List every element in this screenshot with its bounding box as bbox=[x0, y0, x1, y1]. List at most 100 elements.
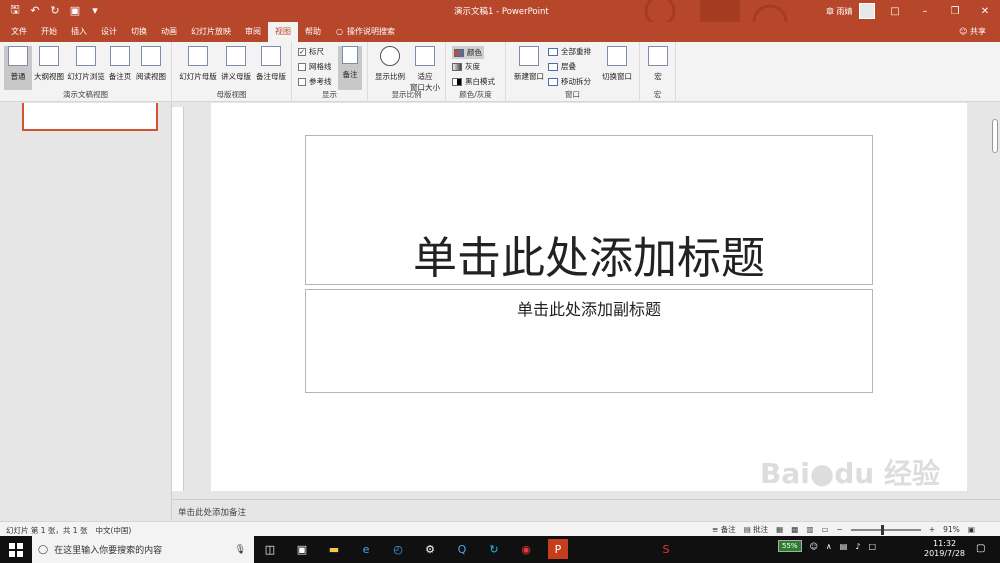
store-icon[interactable]: ▣ bbox=[292, 539, 312, 559]
subtitle-placeholder[interactable]: 单击此处添加副标题 bbox=[305, 289, 873, 393]
scrollbar-thumb[interactable] bbox=[992, 119, 998, 153]
tab-transitions[interactable]: 切换 bbox=[124, 22, 154, 42]
reading-view-status-icon[interactable]: ▥ bbox=[806, 525, 813, 534]
baidu-watermark-logo: Bai●du 经验 bbox=[760, 457, 940, 490]
notes-status-button[interactable]: ≡ 备注 bbox=[712, 524, 736, 535]
close-icon[interactable]: ✕ bbox=[970, 0, 1000, 22]
reading-view-button[interactable]: 阅读视图 bbox=[134, 46, 168, 82]
move-split-icon bbox=[548, 77, 558, 86]
windows-start-icon[interactable] bbox=[0, 536, 32, 563]
person-tray-icon[interactable]: ☺ bbox=[810, 542, 818, 551]
tab-view[interactable]: 视图 bbox=[268, 22, 298, 42]
checkbox-icon bbox=[298, 77, 306, 86]
ruler-checkbox[interactable]: ✓ 标尺 bbox=[298, 46, 324, 57]
save-icon[interactable]: 🖫 bbox=[8, 3, 22, 17]
ribbon-display-options-icon[interactable]: □ bbox=[880, 0, 910, 22]
vertical-scrollbar[interactable] bbox=[990, 103, 1000, 495]
switch-windows-button[interactable]: 切换窗口 bbox=[598, 46, 636, 82]
slideshow-status-icon[interactable]: ▭ bbox=[821, 525, 828, 534]
tab-insert[interactable]: 插入 bbox=[64, 22, 94, 42]
account-area[interactable]: 章 雨婧 bbox=[826, 3, 875, 19]
notes-pane[interactable]: 单击此处添加备注 bbox=[172, 499, 1000, 521]
tab-design[interactable]: 设计 bbox=[94, 22, 124, 42]
slide-thumbnail[interactable] bbox=[22, 103, 158, 131]
network-icon[interactable]: ▤ bbox=[840, 542, 848, 551]
clock-app-icon[interactable]: ◴ bbox=[388, 539, 408, 559]
taskbar-clock[interactable]: 11:32 2019/7/28 bbox=[924, 539, 965, 559]
black-white-option[interactable]: 黑白模式 bbox=[452, 76, 495, 87]
file-explorer-icon[interactable]: ▬ bbox=[324, 539, 344, 559]
lightbulb-icon: ○ bbox=[336, 27, 343, 36]
tell-me-label: 操作说明搜索 bbox=[346, 27, 395, 36]
share-button[interactable]: ☺ 共享 bbox=[959, 26, 986, 37]
fit-to-window-button[interactable]: 适应 窗口大小 bbox=[408, 46, 442, 93]
zoom-level[interactable]: 91% bbox=[943, 525, 960, 534]
sogou-input-icon[interactable]: S bbox=[656, 539, 676, 559]
fit-slide-icon[interactable]: ▣ bbox=[968, 525, 975, 534]
notes-icon bbox=[342, 46, 358, 64]
settings-gear-icon[interactable]: ⚙ bbox=[420, 539, 440, 559]
tab-home[interactable]: 开始 bbox=[34, 22, 64, 42]
move-split-button[interactable]: 移动拆分 bbox=[548, 76, 591, 87]
tray-expand-icon[interactable]: ∧ bbox=[826, 542, 832, 551]
customize-icon[interactable]: ▾ bbox=[88, 3, 102, 17]
title-placeholder[interactable]: 单击此处添加标题 bbox=[305, 135, 873, 285]
notes-master-button[interactable]: 备注母版 bbox=[254, 46, 288, 82]
cascade-button[interactable]: 层叠 bbox=[548, 61, 576, 72]
ime-icon[interactable]: □ bbox=[868, 542, 876, 551]
outline-view-button[interactable]: 大纲视图 bbox=[32, 46, 66, 82]
guides-checkbox[interactable]: 参考线 bbox=[298, 76, 332, 87]
task-view-icon[interactable]: ◫ bbox=[260, 539, 280, 559]
windows-taskbar: ◯ 在这里输入你要搜索的内容 🎙 ◫ ▣ ▬ e ◴ ⚙ Q ↻ ◉ P S 5… bbox=[0, 536, 1000, 563]
zoom-in-icon[interactable]: + bbox=[929, 525, 935, 534]
tell-me-search[interactable]: ○ 操作说明搜索 bbox=[336, 26, 395, 37]
battery-indicator[interactable]: 55% bbox=[778, 540, 802, 552]
notes-page-button[interactable]: 备注页 bbox=[106, 46, 134, 82]
color-option[interactable]: 颜色 bbox=[452, 46, 484, 59]
macros-button[interactable]: 宏 bbox=[646, 46, 670, 82]
tab-help[interactable]: 帮助 bbox=[298, 22, 328, 42]
browser-q-icon[interactable]: Q bbox=[452, 539, 472, 559]
zoom-slider[interactable] bbox=[850, 524, 921, 535]
handout-master-button[interactable]: 讲义母版 bbox=[218, 46, 254, 82]
group-macros: 宏 宏 bbox=[640, 42, 676, 102]
normal-view-button[interactable]: 普通 bbox=[4, 46, 32, 90]
tab-file[interactable]: 文件 bbox=[4, 22, 34, 42]
powerpoint-icon[interactable]: P bbox=[548, 539, 568, 559]
zoom-out-icon[interactable]: − bbox=[837, 525, 843, 534]
tab-animations[interactable]: 动画 bbox=[154, 22, 184, 42]
minimize-icon[interactable]: – bbox=[910, 0, 940, 22]
present-icon[interactable]: ▣ bbox=[68, 3, 82, 17]
redo-icon[interactable]: ↻ bbox=[48, 3, 62, 17]
subtitle-placeholder-text: 单击此处添加副标题 bbox=[516, 300, 661, 319]
avatar[interactable] bbox=[858, 3, 875, 19]
gridlines-checkbox[interactable]: 网格线 bbox=[298, 61, 332, 72]
internet-explorer-icon[interactable]: e bbox=[356, 539, 376, 559]
normal-view-status-icon[interactable]: ▦ bbox=[776, 525, 783, 534]
notes-toggle-button[interactable]: 备注 bbox=[338, 46, 362, 90]
tab-slideshow[interactable]: 幻灯片放映 bbox=[184, 22, 238, 42]
slide-sorter-button[interactable]: 幻灯片浏览 bbox=[66, 46, 106, 82]
undo-icon[interactable]: ↶ bbox=[28, 3, 42, 17]
language-indicator[interactable]: 中文(中国) bbox=[95, 525, 131, 536]
restore-icon[interactable]: ❐ bbox=[940, 0, 970, 22]
zoom-slider-knob[interactable] bbox=[880, 524, 884, 535]
chrome-icon[interactable]: ◉ bbox=[516, 539, 536, 559]
volume-icon[interactable]: ♪ bbox=[855, 542, 860, 551]
sync-app-icon[interactable]: ↻ bbox=[484, 539, 504, 559]
slide-master-button[interactable]: 幻灯片母版 bbox=[178, 46, 218, 82]
zoom-button[interactable]: 显示比例 bbox=[372, 46, 408, 82]
microphone-icon[interactable]: 🎙 bbox=[235, 545, 246, 555]
slide-canvas: 单击此处添加标题 单击此处添加副标题 bbox=[211, 103, 967, 491]
taskbar-search-box[interactable]: ◯ 在这里输入你要搜索的内容 🎙 bbox=[32, 536, 254, 563]
system-tray: 55% ☺ ∧ ▤ ♪ □ bbox=[778, 540, 876, 552]
grayscale-option[interactable]: 灰度 bbox=[452, 61, 480, 72]
outline-view-icon bbox=[39, 46, 59, 66]
slide-sorter-status-icon[interactable]: ▩ bbox=[791, 525, 798, 534]
comments-status-button[interactable]: ▤ 批注 bbox=[744, 524, 768, 535]
notification-icon[interactable]: ▢ bbox=[976, 543, 985, 554]
arrange-all-button[interactable]: 全部重排 bbox=[548, 46, 591, 57]
new-window-button[interactable]: 新建窗口 bbox=[510, 46, 548, 82]
group-label: 演示文稿视图 bbox=[63, 90, 108, 99]
tab-review[interactable]: 审阅 bbox=[238, 22, 268, 42]
